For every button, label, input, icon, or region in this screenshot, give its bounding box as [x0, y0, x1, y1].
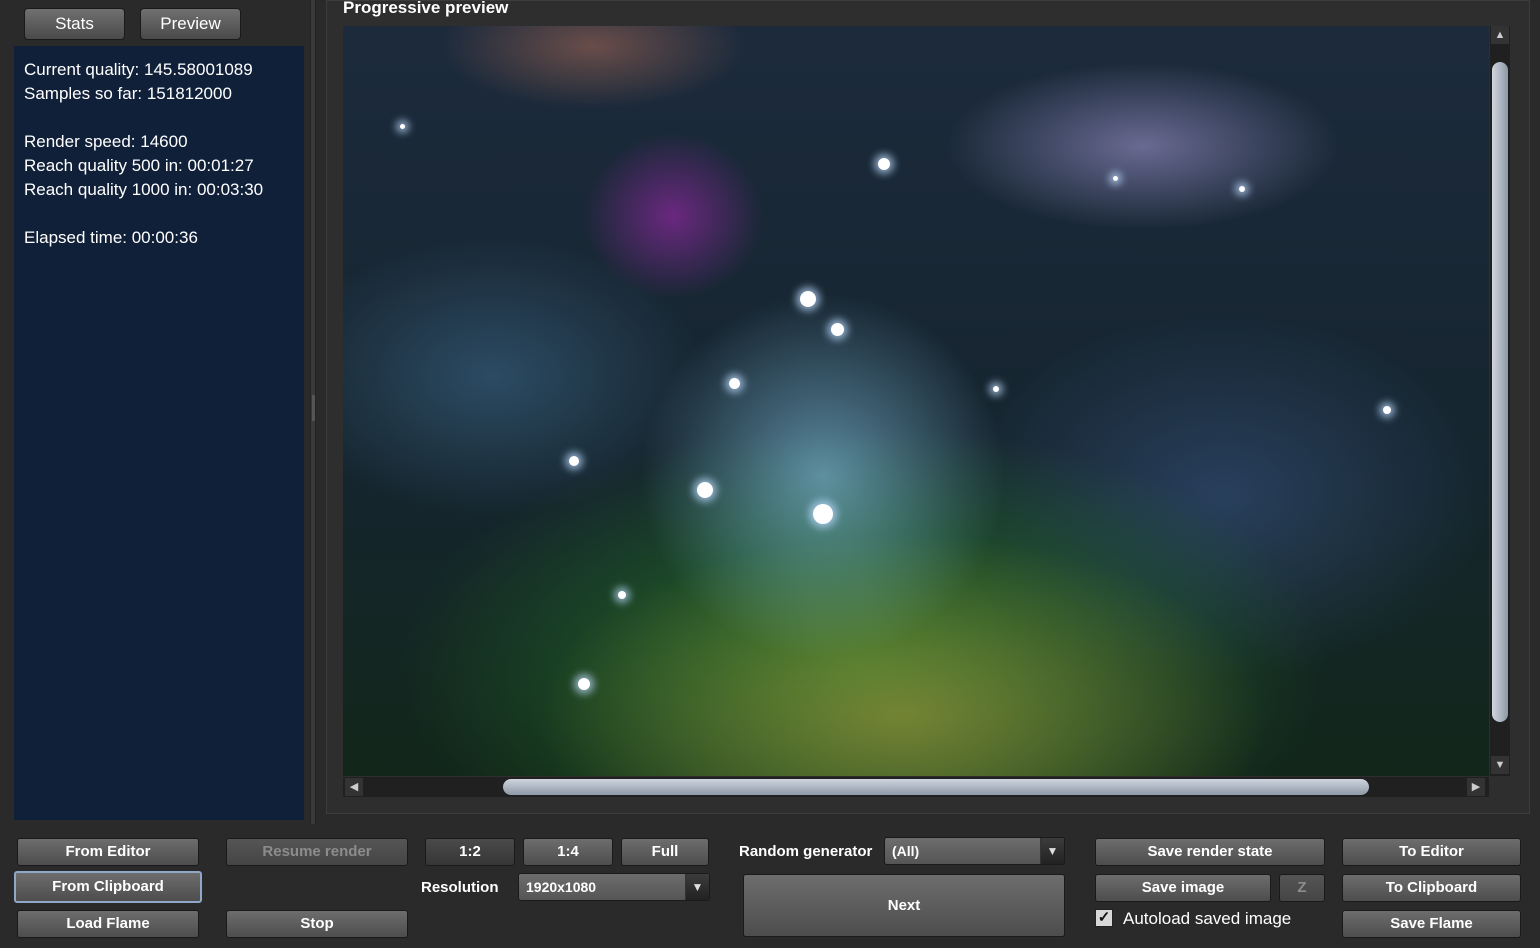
next-button[interactable]: Next — [743, 874, 1065, 937]
chevron-down-icon[interactable]: ▼ — [685, 874, 709, 900]
horizontal-scroll-thumb[interactable] — [503, 779, 1369, 795]
from-editor-button[interactable]: From Editor — [17, 838, 199, 866]
vertical-scrollbar[interactable]: ▲ ▼ — [1490, 26, 1510, 776]
autoload-checkbox[interactable]: ✓ — [1095, 909, 1113, 927]
from-clipboard-button[interactable]: From Clipboard — [14, 871, 202, 903]
load-flame-button[interactable]: Load Flame — [17, 910, 199, 938]
save-flame-button[interactable]: Save Flame — [1342, 910, 1521, 938]
reach-quality-1000: Reach quality 1000 in: 00:03:30 — [24, 180, 264, 199]
current-quality: Current quality: 145.58001089 — [24, 60, 253, 79]
resolution-label: Resolution — [421, 879, 499, 896]
resolution-value: 1920x1080 — [526, 879, 597, 895]
random-generator-label: Random generator — [739, 843, 873, 860]
chevron-down-icon[interactable]: ▼ — [1040, 838, 1064, 864]
scroll-down-icon[interactable]: ▼ — [1491, 756, 1509, 774]
stats-panel: Current quality: 145.58001089 Samples so… — [14, 46, 304, 820]
splitter-grip[interactable] — [312, 395, 315, 421]
samples-so-far: Samples so far: 151812000 — [24, 84, 232, 103]
scroll-left-icon[interactable]: ◀ — [345, 778, 363, 796]
stop-button[interactable]: Stop — [226, 910, 408, 938]
autoload-label: Autoload saved image — [1123, 909, 1292, 928]
panel-splitter[interactable] — [310, 0, 316, 824]
horizontal-scrollbar[interactable]: ◀ ▶ — [343, 777, 1489, 797]
vertical-scroll-thumb[interactable] — [1492, 62, 1508, 722]
z-button[interactable]: Z — [1279, 874, 1325, 902]
save-render-state-button[interactable]: Save render state — [1095, 838, 1325, 866]
full-size-button[interactable]: Full — [621, 838, 709, 866]
random-generator-value: (All) — [892, 843, 920, 859]
random-generator-select[interactable]: (All) ▼ — [884, 837, 1065, 865]
resolution-select[interactable]: 1920x1080 ▼ — [518, 873, 710, 901]
reach-quality-500: Reach quality 500 in: 00:01:27 — [24, 156, 254, 175]
ratio-1-4-button[interactable]: 1:4 — [523, 838, 613, 866]
tab-preview[interactable]: Preview — [140, 8, 241, 40]
to-editor-button[interactable]: To Editor — [1342, 838, 1521, 866]
ratio-1-2-button[interactable]: 1:2 — [425, 838, 515, 866]
preview-title: Progressive preview — [343, 0, 509, 17]
save-image-button[interactable]: Save image — [1095, 874, 1271, 902]
render-preview-image — [343, 26, 1489, 776]
scroll-up-icon[interactable]: ▲ — [1491, 26, 1509, 44]
render-speed: Render speed: 14600 — [24, 132, 188, 151]
scroll-right-icon[interactable]: ▶ — [1467, 778, 1485, 796]
tab-stats[interactable]: Stats — [24, 8, 125, 40]
left-tab-bar: Stats Preview — [0, 0, 312, 46]
elapsed-time: Elapsed time: 00:00:36 — [24, 228, 198, 247]
to-clipboard-button[interactable]: To Clipboard — [1342, 874, 1521, 902]
resume-render-button[interactable]: Resume render — [226, 838, 408, 866]
